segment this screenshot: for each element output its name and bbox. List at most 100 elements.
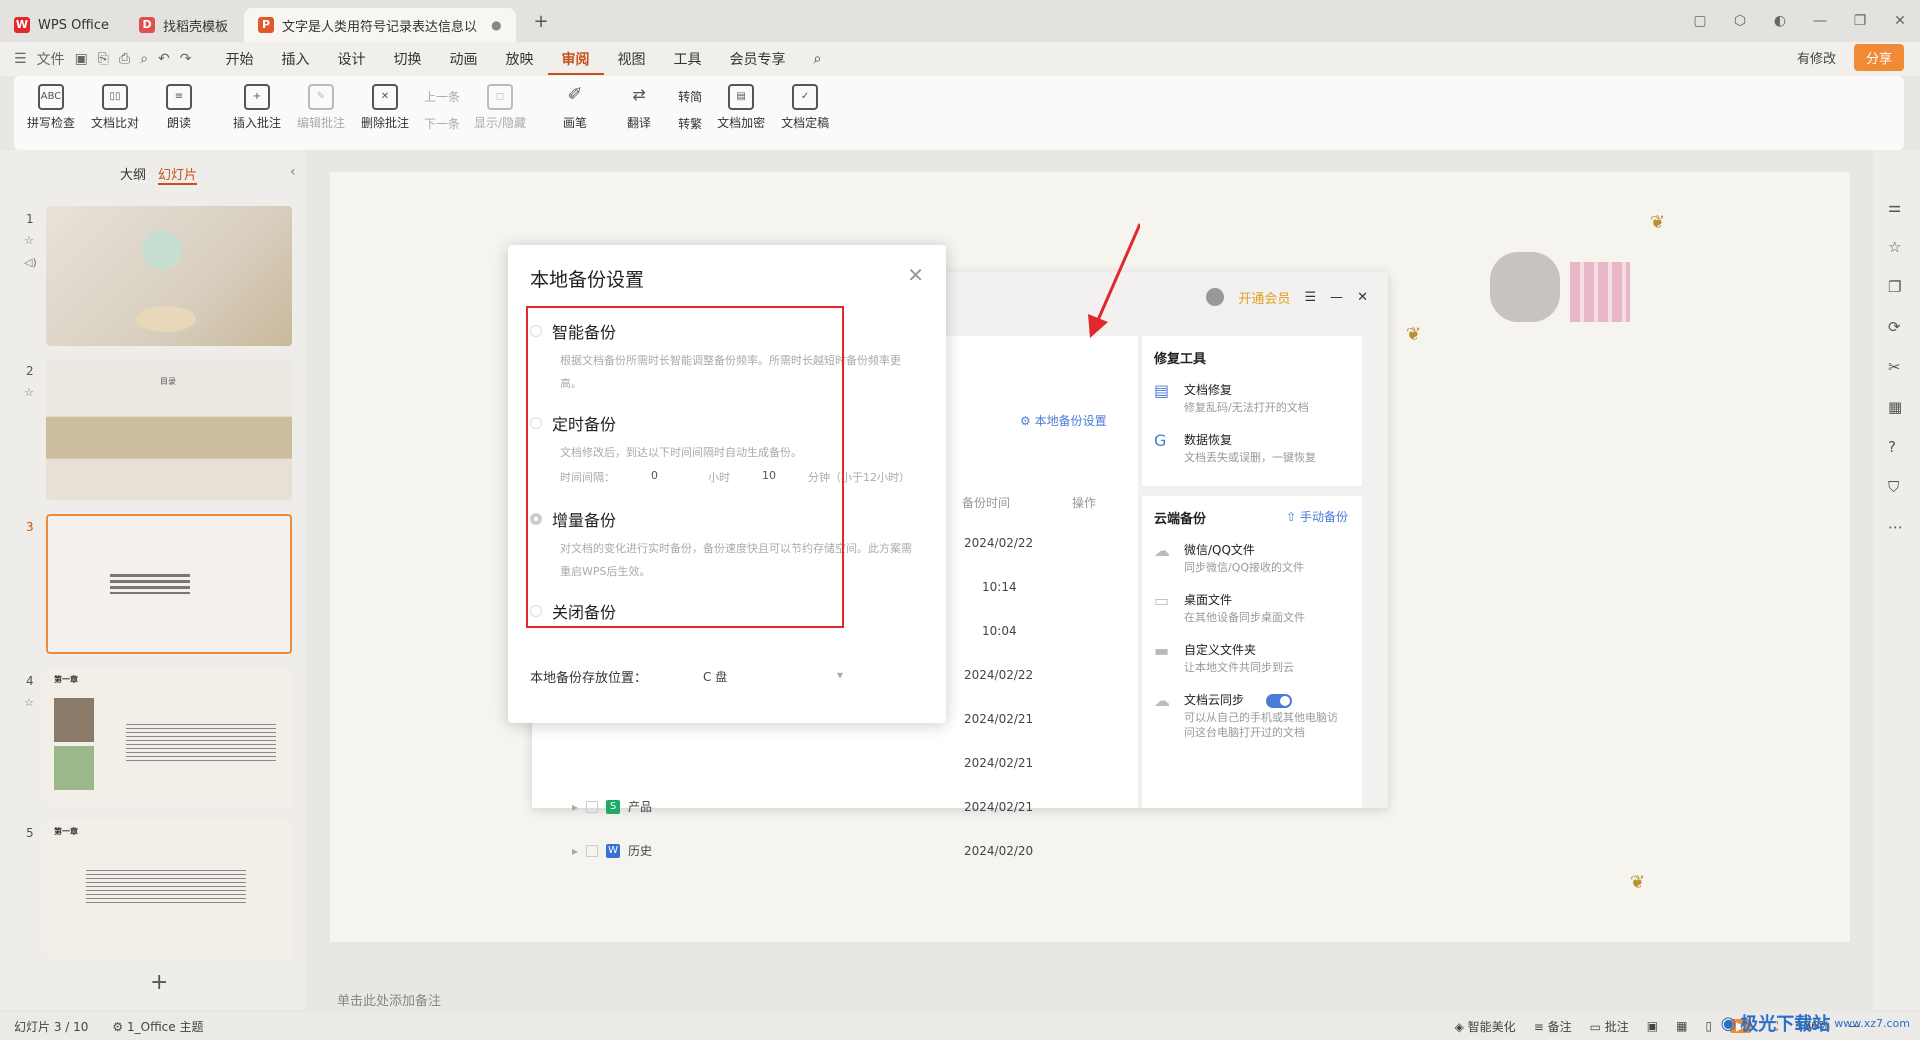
minimize-icon[interactable]: — bbox=[1330, 290, 1343, 305]
format-icon[interactable]: ▦ bbox=[1888, 398, 1902, 416]
export-icon[interactable]: ⎘ bbox=[98, 51, 109, 67]
layers-icon[interactable]: ❐ bbox=[1888, 278, 1901, 296]
encrypt-button[interactable]: ▤ 文档加密 bbox=[716, 84, 766, 131]
notes-placeholder[interactable]: 单击此处添加备注 bbox=[337, 990, 441, 1009]
help-icon[interactable]: ? bbox=[1888, 438, 1896, 456]
normal-view-icon[interactable]: ▣ bbox=[1647, 1019, 1658, 1033]
compare-button[interactable]: ▯▯ 文档比对 bbox=[90, 84, 140, 131]
cube-icon[interactable]: ⬡ bbox=[1720, 13, 1760, 29]
spell-check-button[interactable]: ABC 拼写检查 bbox=[26, 84, 76, 131]
notes-button[interactable]: ≡ 备注 bbox=[1534, 1018, 1572, 1035]
adjust-icon[interactable]: ⚌ bbox=[1888, 198, 1901, 216]
menu-design[interactable]: 设计 bbox=[324, 49, 380, 69]
grid-view-icon[interactable]: ▦ bbox=[1676, 1019, 1687, 1033]
menu-tools[interactable]: 工具 bbox=[660, 49, 716, 69]
tab-slides[interactable]: 幻灯片 bbox=[158, 164, 198, 185]
slide-thumbnail-3[interactable] bbox=[46, 514, 292, 654]
manual-backup-button[interactable]: ⇧ 手动备份 bbox=[1286, 508, 1348, 525]
menu-slideshow[interactable]: 放映 bbox=[492, 49, 548, 69]
wechat-qq-item[interactable]: ☁ 微信/QQ文件 同步微信/QQ接收的文件 bbox=[1142, 533, 1362, 583]
slide-thumbnail-2[interactable]: 目录 bbox=[46, 360, 292, 500]
menu-member[interactable]: 会员专享 bbox=[716, 49, 800, 69]
menu-animation[interactable]: 动画 bbox=[436, 49, 492, 69]
slide-thumbnail-1[interactable] bbox=[46, 206, 292, 346]
menu-icon[interactable]: ☰ bbox=[1304, 290, 1316, 305]
translate-button[interactable]: ⇄ 翻译 bbox=[614, 84, 664, 131]
tab-document[interactable]: P 文字是人类用符号记录表达信息以 ● bbox=[244, 8, 516, 42]
slide-thumbnail-4[interactable]: 第一章 bbox=[46, 668, 292, 808]
tab-outline[interactable]: 大纲 bbox=[120, 164, 146, 185]
avatar-icon[interactable]: ◐ bbox=[1760, 13, 1800, 29]
minimize-icon[interactable]: — bbox=[1800, 13, 1840, 29]
cloud-sync-toggle[interactable] bbox=[1266, 693, 1293, 708]
comments-button[interactable]: ▭ 批注 bbox=[1590, 1018, 1629, 1035]
collapse-panel-icon[interactable]: ‹ bbox=[290, 164, 296, 180]
shirt-icon[interactable]: ⛉ bbox=[1888, 478, 1899, 496]
file-row[interactable]: ▸ W 历史 bbox=[572, 842, 652, 859]
column-action: 操作 bbox=[1072, 496, 1097, 510]
pen-button[interactable]: ✐ 画笔 bbox=[550, 84, 600, 131]
close-icon[interactable]: ✕ bbox=[1880, 13, 1920, 29]
desktop-files-item[interactable]: ▭ 桌面文件 在其他设备同步桌面文件 bbox=[1142, 583, 1362, 633]
close-icon[interactable]: ✕ bbox=[1357, 290, 1368, 305]
print-preview-icon[interactable]: ⌕ bbox=[140, 51, 148, 67]
prev-comment-button[interactable]: 上一条 bbox=[424, 88, 460, 105]
add-slide-button[interactable]: + bbox=[150, 970, 168, 995]
more-icon[interactable]: ⋯ bbox=[1888, 518, 1903, 536]
tab-wps-office[interactable]: W WPS Office bbox=[0, 8, 123, 42]
avatar[interactable] bbox=[1206, 288, 1225, 306]
menu-insert[interactable]: 插入 bbox=[268, 49, 324, 69]
new-tab-button[interactable]: + bbox=[534, 11, 549, 32]
books-illustration bbox=[1570, 262, 1630, 322]
undo-icon[interactable]: ↶ bbox=[158, 51, 170, 67]
expand-icon[interactable]: ▸ bbox=[572, 844, 578, 858]
star-icon[interactable]: ☆ bbox=[1888, 238, 1901, 256]
to-simplified-button[interactable]: 转简 bbox=[678, 88, 702, 105]
doc-cloud-sync-item[interactable]: ☁ 文档云同步 可以从自己的手机或其他电脑访问这台电脑打开过的文档 bbox=[1142, 683, 1362, 748]
smart-beautify-button[interactable]: ◈ 智能美化 bbox=[1455, 1018, 1516, 1035]
cloud-upload-icon: ☁ bbox=[1154, 691, 1170, 710]
search-icon[interactable]: ⌕ bbox=[800, 51, 836, 67]
redo-icon[interactable]: ↷ bbox=[180, 51, 192, 67]
doc-repair-item[interactable]: ▤ 文档修复 修复乱码/无法打开的文档 bbox=[1142, 373, 1362, 423]
to-traditional-button[interactable]: 转繁 bbox=[678, 115, 702, 132]
window-layout-icon[interactable]: ▢ bbox=[1680, 13, 1720, 29]
expand-icon[interactable]: ▸ bbox=[572, 800, 578, 814]
delete-comment-button[interactable]: ✕ 删除批注 bbox=[360, 84, 410, 131]
menu-view[interactable]: 视图 bbox=[604, 49, 660, 69]
finalize-button[interactable]: ✓ 文档定稿 bbox=[780, 84, 830, 131]
highlight-box bbox=[526, 306, 844, 628]
theme-name[interactable]: ⚙ 1_Office 主题 bbox=[112, 1018, 203, 1035]
edit-comment-button[interactable]: ✎ 编辑批注 bbox=[296, 84, 346, 131]
dialog-close-icon[interactable]: ✕ bbox=[907, 263, 924, 287]
restore-icon[interactable]: ❐ bbox=[1840, 13, 1880, 29]
row-checkbox[interactable] bbox=[586, 800, 599, 813]
hamburger-icon[interactable]: ☰ bbox=[14, 51, 27, 67]
slide-number: 1 bbox=[26, 212, 34, 226]
tab-daoke[interactable]: D 找稻壳模板 bbox=[125, 8, 242, 42]
share-button[interactable]: 分享 bbox=[1853, 44, 1904, 71]
print-icon[interactable]: ⎙ bbox=[119, 51, 130, 67]
location-select[interactable]: C 盘 ▾ bbox=[703, 668, 843, 685]
tools-icon[interactable]: ✂ bbox=[1888, 358, 1901, 376]
local-backup-setting-link[interactable]: ⚙ 本地备份设置 bbox=[1020, 412, 1107, 429]
modify-status-button[interactable]: 有修改 bbox=[1789, 44, 1844, 71]
read-aloud-button[interactable]: ≡ 朗读 bbox=[154, 84, 204, 131]
row-checkbox[interactable] bbox=[586, 844, 599, 857]
reading-view-icon[interactable]: ▯ bbox=[1705, 1019, 1712, 1033]
data-recovery-item[interactable]: G 数据恢复 文档丢失或误删，一键恢复 bbox=[1142, 423, 1362, 473]
save-icon[interactable]: ▣ bbox=[75, 51, 88, 67]
file-row[interactable]: ▸ S 产品 bbox=[572, 798, 652, 815]
tab-close-icon[interactable]: ● bbox=[491, 18, 501, 32]
menu-review[interactable]: 审阅 bbox=[547, 49, 604, 75]
show-hide-button[interactable]: ◻ 显示/隐藏 bbox=[474, 84, 526, 131]
custom-folder-item[interactable]: ▬ 自定义文件夹 让本地文件共同步到云 bbox=[1142, 633, 1362, 683]
menu-transition[interactable]: 切换 bbox=[380, 49, 436, 69]
animation-icon[interactable]: ⟳ bbox=[1888, 318, 1901, 336]
slide-thumbnail-5[interactable]: 第一章 bbox=[46, 820, 292, 960]
file-menu[interactable]: 文件 bbox=[37, 49, 65, 69]
next-comment-button[interactable]: 下一条 bbox=[424, 115, 460, 132]
menu-start[interactable]: 开始 bbox=[212, 49, 268, 69]
insert-comment-button[interactable]: + 插入批注 bbox=[232, 84, 282, 131]
vip-link[interactable]: 开通会员 bbox=[1238, 288, 1290, 307]
